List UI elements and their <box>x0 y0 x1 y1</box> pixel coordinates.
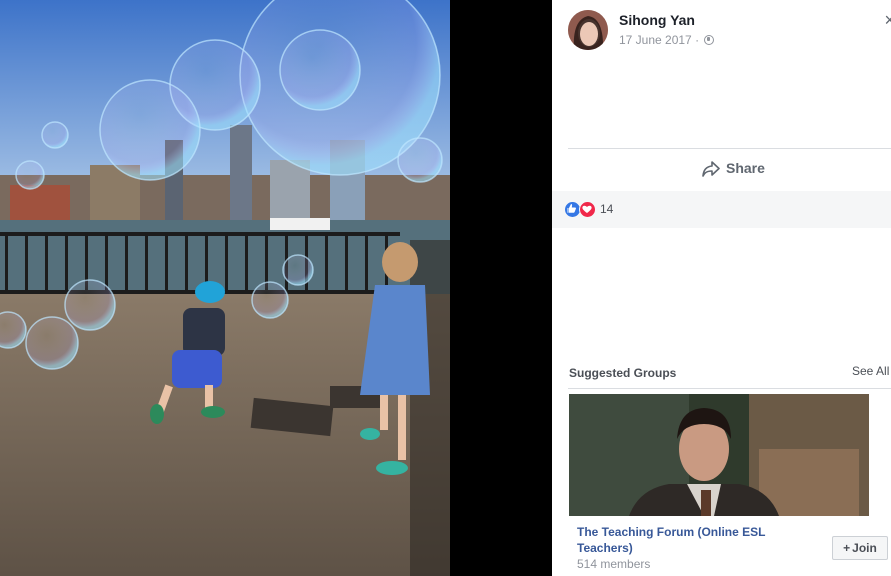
reaction-count[interactable]: 14 <box>600 202 613 216</box>
plus-icon: + <box>843 541 851 555</box>
post-date[interactable]: 17 June 2017 <box>619 33 692 47</box>
meta-separator: · <box>695 33 700 47</box>
group-member-count: 514 members <box>577 557 651 571</box>
love-reaction-icon <box>579 201 596 218</box>
author-name[interactable]: Sihong Yan <box>619 12 695 28</box>
group-cover-image[interactable] <box>569 394 869 516</box>
author-avatar[interactable] <box>568 10 608 50</box>
post-meta: 17 June 2017 · <box>619 33 715 47</box>
divider <box>568 388 891 389</box>
suggested-groups-title: Suggested Groups <box>569 366 677 380</box>
share-label: Share <box>726 160 765 176</box>
share-button[interactable]: Share <box>702 160 765 180</box>
join-label: Join <box>852 541 877 555</box>
join-group-button[interactable]: + Join <box>832 536 888 560</box>
share-arrow-icon <box>702 161 720 177</box>
reactions-bar[interactable]: 14 <box>552 191 891 228</box>
globe-icon <box>704 35 715 45</box>
group-name-link[interactable]: The Teaching Forum (Online ESL Teachers) <box>577 524 777 556</box>
photo-viewer-gutter <box>450 0 552 576</box>
see-all-link[interactable]: See All <box>852 364 889 378</box>
post-sidebar: Sihong Yan 17 June 2017 · × Share 14 Sug… <box>552 0 891 576</box>
divider <box>568 148 891 149</box>
photo-image <box>0 0 450 576</box>
post-photo[interactable] <box>0 0 450 576</box>
close-icon[interactable]: × <box>884 10 891 31</box>
